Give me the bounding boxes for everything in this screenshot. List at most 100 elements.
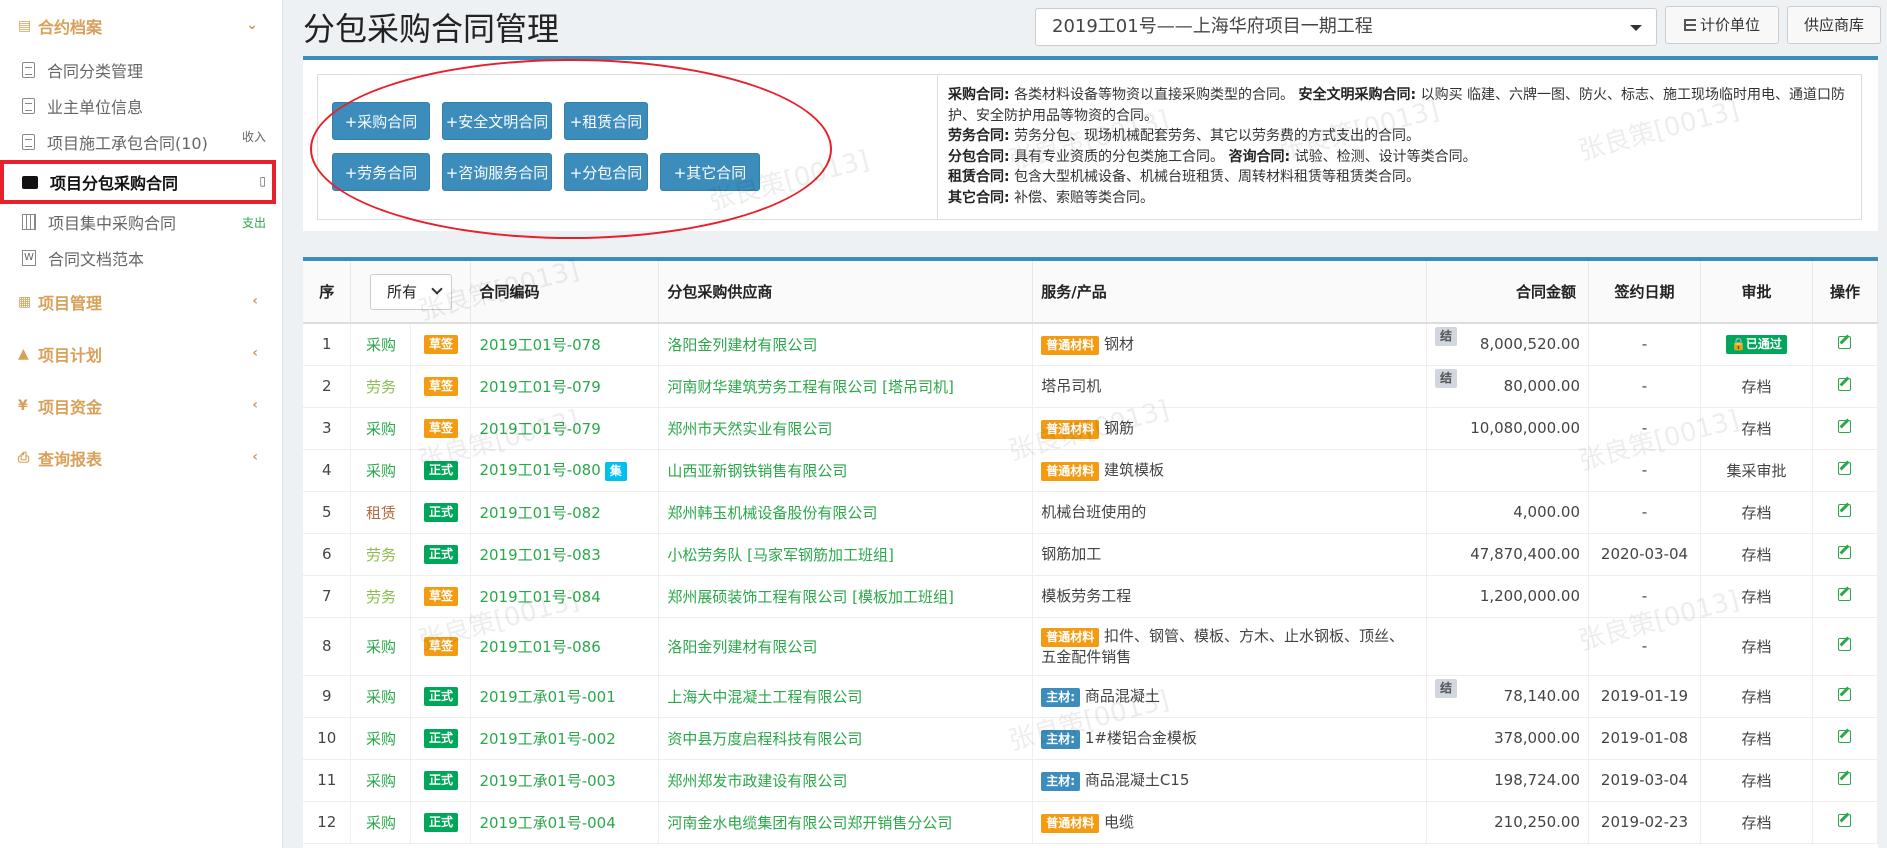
menu-group-contract-archive[interactable]: ▤ 合约档案 ⌄ [0, 0, 282, 52]
supplier-cell: 洛阳金列建材有限公司 [658, 617, 1034, 676]
code-cell: 2019工01号-078 [470, 323, 660, 366]
table-header-row: 序 所有 合同编码 分包采购供应商 服务/产品 合同金额 签约日期 审批 操作 [303, 261, 1879, 324]
supplier-link[interactable]: 洛阳金列建材有限公司 [667, 336, 817, 354]
edit-icon[interactable] [1838, 588, 1852, 601]
contract-code-link[interactable]: 2019工承01号-004 [479, 814, 615, 832]
add-safety-contract-button[interactable]: +安全文明合同 [442, 102, 552, 140]
supplier-link[interactable]: 郑州韩玉机械设备股份有限公司 [667, 504, 877, 522]
status-badge: 正式 [423, 729, 458, 748]
calendar-icon: ▦ [18, 294, 32, 310]
sidebar-item-construction-contract[interactable]: 项目施工承包合同(10) 收入 [0, 124, 282, 160]
row-index: 6 [303, 533, 352, 576]
col-header-code: 合同编码 [470, 261, 660, 324]
code-cell: 2019工承01号-003 [470, 759, 660, 802]
product-tag: 主材: [1041, 771, 1081, 791]
status-badge: 正式 [423, 545, 458, 564]
expense-badge: 支出 [241, 216, 266, 230]
menu-group-project-plan[interactable]: ▲ 项目计划 ‹ [0, 328, 282, 380]
contract-code-link[interactable]: 2019工01号-079 [479, 378, 600, 396]
contract-code-link[interactable]: 2019工01号-082 [479, 504, 600, 522]
contract-code-link[interactable]: 2019工承01号-002 [479, 730, 615, 748]
status-cell: 草签 [410, 323, 472, 366]
amount-value: 10,080,000.00 [1470, 419, 1581, 437]
supplier-link[interactable]: 郑州郑发市政建设有限公司 [667, 772, 847, 790]
supplier-link[interactable]: 上海大中混凝土工程有限公司 [667, 688, 862, 706]
add-subcontract-button[interactable]: +分包合同 [564, 153, 648, 191]
status-cell: 草签 [410, 407, 472, 450]
edit-icon[interactable] [1838, 814, 1852, 827]
edit-icon[interactable] [1838, 504, 1852, 517]
sign-date: - [1588, 491, 1701, 534]
code-cell: 2019工01号-083 [470, 533, 660, 576]
product-tag: 普通材料 [1041, 813, 1100, 833]
row-index: 11 [303, 759, 352, 802]
contract-type: 采购 [350, 801, 412, 844]
contract-code-link[interactable]: 2019工01号-084 [479, 588, 600, 606]
pricing-unit-button[interactable]: 计价单位 [1665, 6, 1779, 44]
approval-text: 存档 [1741, 545, 1772, 564]
edit-icon[interactable] [1838, 638, 1852, 651]
edit-icon[interactable] [1838, 772, 1852, 785]
desc-value: 试验、检测、设计等类合同。 [1294, 148, 1477, 165]
add-other-contract-button[interactable]: +其它合同 [660, 153, 760, 191]
project-select[interactable]: 2019工01号——上海华府项目一期工程 [1035, 8, 1657, 46]
edit-icon[interactable] [1838, 688, 1852, 701]
edit-icon[interactable] [1838, 462, 1852, 475]
edit-icon[interactable] [1838, 420, 1852, 433]
word-file-icon: W [22, 250, 36, 266]
add-purchase-contract-button[interactable]: +采购合同 [332, 102, 430, 140]
add-lease-contract-button[interactable]: +租赁合同 [564, 102, 648, 140]
desc-key: 咨询合同: [1228, 148, 1291, 165]
contract-code-link[interactable]: 2019工01号-086 [479, 638, 600, 656]
supplier-link[interactable]: 山西亚新钢铁销售有限公司 [667, 462, 847, 480]
sidebar-item-contract-category[interactable]: 合同分类管理 [0, 52, 282, 88]
edit-icon[interactable] [1838, 336, 1852, 350]
contract-code-link[interactable]: 2019工01号-080 [479, 461, 600, 479]
contract-code-link[interactable]: 2019工承01号-001 [479, 688, 615, 706]
add-labor-contract-button[interactable]: +劳务合同 [332, 153, 430, 191]
menu-group-label: 项目计划 [38, 346, 103, 365]
supplier-link[interactable]: 小松劳务队 [马家军钢筋加工班组] [667, 546, 893, 564]
edit-icon[interactable] [1838, 730, 1852, 743]
add-consulting-contract-button[interactable]: +咨询服务合同 [442, 153, 552, 191]
sidebar-item-subcontract-purchase[interactable]: 项目分包采购合同 ▯ [0, 160, 276, 204]
contract-type: 采购 [350, 675, 412, 718]
supplier-link[interactable]: 河南财华建筑劳务工程有限公司 [塔吊司机] [667, 378, 953, 396]
table-row: 1 采购 草签 2019工01号-078 洛阳金列建材有限公司 普通材料 钢材结 8,000… [303, 323, 1879, 366]
sidebar-item-owner-info[interactable]: 业主单位信息 [0, 88, 282, 124]
sidebar-item-contract-templates[interactable]: W 合同文档范本 [0, 240, 282, 276]
status-cell: 正式 [410, 491, 472, 534]
supplier-library-button[interactable]: 供应商库 [1787, 6, 1881, 44]
menu-group-project-funds[interactable]: ¥ 项目资金 ‹ [0, 380, 282, 432]
status-cell: 草签 [410, 575, 472, 618]
sign-date: 2019-02-23 [1588, 801, 1701, 844]
supplier-link[interactable]: 河南金水电缆集团有限公司郑开销售分公司 [667, 814, 952, 832]
sidebar-item-central-purchase[interactable]: 项目集中采购合同 支出 [0, 204, 282, 240]
approval-cell: 存档 [1700, 491, 1813, 534]
contract-code-link[interactable]: 2019工承01号-003 [479, 772, 615, 790]
pricing-unit-label: 计价单位 [1699, 16, 1760, 34]
menu-group-reports[interactable]: ⎙ 查询报表 ‹ [0, 432, 282, 484]
col-header-amount: 合同金额 [1426, 261, 1590, 324]
supplier-link[interactable]: 郑州展硕装饰工程有限公司 [模板加工班组] [667, 588, 953, 606]
contract-code-link[interactable]: 2019工01号-083 [479, 546, 600, 564]
col-header-index: 序 [303, 261, 352, 324]
supplier-link[interactable]: 资中县万度启程科技有限公司 [667, 730, 862, 748]
status-badge: 草签 [423, 419, 458, 438]
print-icon: ⎙ [18, 450, 30, 466]
contract-code-link[interactable]: 2019工01号-078 [479, 336, 600, 354]
amount-cell: 结 78,140.00 [1426, 675, 1590, 718]
supplier-link[interactable]: 郑州市天然实业有限公司 [667, 420, 832, 438]
product-text: 钢材 [1104, 334, 1135, 353]
edit-icon[interactable] [1838, 546, 1852, 559]
menu-group-project-management[interactable]: ▦ 项目管理 ‹ [0, 276, 282, 328]
contract-code-link[interactable]: 2019工01号-079 [479, 420, 600, 438]
edit-icon[interactable] [1838, 378, 1852, 391]
status-badge: 正式 [423, 813, 458, 832]
supplier-link[interactable]: 洛阳金列建材有限公司 [667, 638, 817, 656]
type-filter-select[interactable]: 所有 [369, 273, 452, 310]
code-cell: 2019工承01号-004 [470, 801, 660, 844]
approval-cell: 存档 [1700, 675, 1813, 718]
product-tag: 普通材料 [1041, 461, 1100, 481]
actions-cell [1812, 407, 1879, 450]
